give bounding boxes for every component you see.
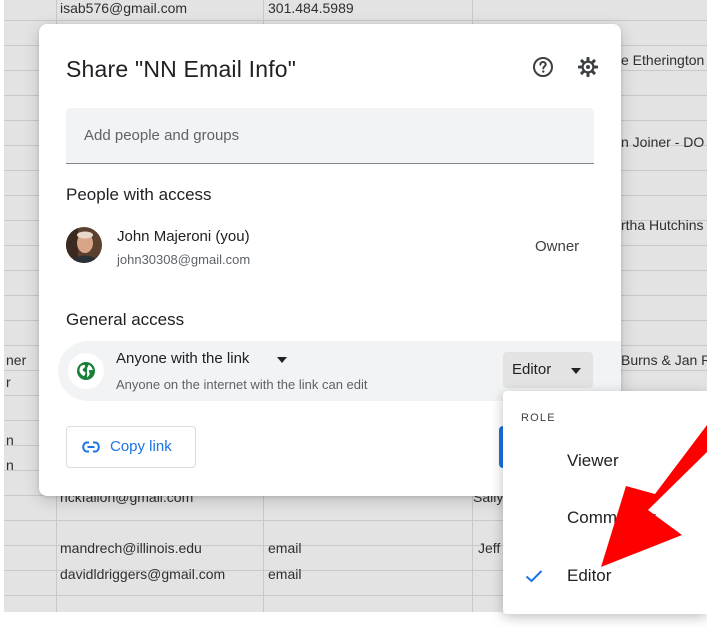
sheet-cell: e Etherington [621, 52, 705, 68]
add-people-input[interactable] [66, 108, 594, 163]
sheet-cell: mandrech@illinois.edu [60, 540, 202, 556]
role-menu-heading: ROLE [521, 412, 556, 424]
gear-icon[interactable] [576, 55, 600, 79]
sheet-cell: Jeff [478, 540, 501, 556]
globe-badge [68, 353, 104, 389]
globe-icon [77, 362, 95, 380]
dialog-title: Share "NN Email Info" [66, 56, 297, 82]
sheet-cell: davidldriggers@gmail.com [60, 566, 226, 582]
copy-link-label: Copy link [110, 438, 172, 455]
sheet-bottom-edge [0, 612, 707, 627]
link-access-description: Anyone on the internet with the link can… [116, 377, 368, 392]
role-option-editor[interactable]: Editor [503, 548, 707, 604]
sheet-cell: ner [6, 352, 27, 368]
caret-down-icon[interactable] [277, 357, 287, 363]
sheet-cell: email [268, 566, 302, 582]
link-scope-dropdown[interactable]: Anyone with the link [116, 350, 249, 367]
person-name: John Majeroni (you) [117, 228, 250, 245]
role-option-commenter[interactable]: Commenter [503, 490, 707, 546]
role-option-viewer[interactable]: Viewer [503, 433, 707, 489]
sheet-cell: n [6, 457, 14, 473]
add-people-field[interactable] [66, 108, 594, 164]
sheet-cell: email [268, 540, 302, 556]
sheet-cell: r [6, 374, 11, 390]
help-circle-icon[interactable] [531, 55, 555, 79]
role-menu: ROLE Viewer Commenter Editor [503, 391, 707, 614]
general-access-heading: General access [66, 310, 185, 329]
sheet-row-line [0, 20, 707, 21]
owner-role-label: Owner [535, 238, 580, 255]
avatar [66, 227, 102, 263]
link-icon [82, 441, 100, 453]
caret-down-icon [571, 368, 581, 374]
person-email: john30308@gmail.com [117, 252, 251, 267]
copy-link-button[interactable]: Copy link [66, 426, 196, 468]
sheet-cell: rtha Hutchins [621, 217, 704, 233]
role-option-label: Editor [567, 566, 612, 585]
link-role-label: Editor [512, 361, 552, 378]
link-role-dropdown[interactable]: Editor [503, 352, 593, 388]
sheet-cell: n Joiner - DO [621, 134, 705, 150]
sheet-left-edge [0, 0, 4, 627]
sheet-cell: n [6, 432, 14, 448]
role-option-label: Viewer [567, 451, 619, 470]
sheet-cell: isab576@gmail.com [60, 0, 188, 16]
sheet-cell: Burns & Jan R [621, 352, 707, 368]
role-option-label: Commenter [567, 508, 656, 527]
check-icon [525, 570, 543, 583]
people-with-access-heading: People with access [66, 185, 212, 204]
sheet-cell: 301.484.5989 [268, 0, 354, 16]
